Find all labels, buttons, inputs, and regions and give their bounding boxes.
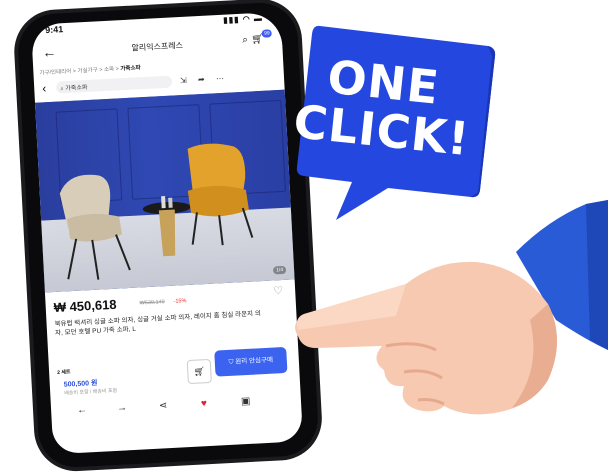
image-counter: 1/4: [272, 265, 287, 275]
pointing-hand-illustration: [295, 200, 608, 415]
cart-icon: 🛒︎: [193, 366, 206, 377]
search-input[interactable]: ⌕ 가죽소파: [55, 75, 173, 94]
share-icon[interactable]: ➦: [198, 75, 205, 84]
shipping-note: 배송비 포함 / 배송비 포함: [64, 387, 118, 397]
nav-tabs-icon[interactable]: ▣: [241, 396, 251, 407]
nav-back-icon[interactable]: ←: [77, 404, 88, 416]
back-icon[interactable]: ‹: [42, 81, 47, 95]
breadcrumb-path[interactable]: 가구/인테리어 > 거실가구 > 소파 >: [39, 66, 120, 76]
quantity-label: 2 세트: [57, 369, 71, 376]
product-description: 북유럽 럭셔리 싱글 소파 의자, 싱글 거실 소파 의자, 레이지 홈 침실 …: [54, 310, 262, 337]
nav-heart-icon[interactable]: ♥: [201, 398, 208, 409]
cart-outline-icon[interactable]: ⇲: [180, 76, 187, 85]
original-price: ₩530,140: [139, 299, 165, 307]
search-icon[interactable]: ⌕: [242, 35, 248, 46]
cart-badge: 99: [261, 29, 272, 38]
add-to-cart-button[interactable]: 🛒︎: [186, 358, 212, 385]
product-price: ₩ 450,618: [53, 296, 117, 316]
buy-now-label: 원리 안심구매: [235, 356, 274, 366]
nav-share-icon[interactable]: ⋖: [159, 400, 168, 411]
status-icons: ▮▮▮ ◠ ▬: [223, 13, 264, 25]
search-value: 가죽소파: [65, 84, 88, 93]
armchairs-illustration: [59, 143, 254, 280]
breadcrumb: 가구/인테리어 > 거실가구 > 소파 > 가죽소파: [39, 63, 141, 76]
phone-mockup: 9:41 ▮▮▮ ◠ ▬ ← 알리익스프레스 ⌕ 🛒︎ 99 가구/인테리어 >…: [14, 0, 322, 472]
bottom-nav: ← → ⋖ ♥ ▣: [51, 391, 302, 428]
nav-forward-icon[interactable]: →: [117, 402, 128, 414]
breadcrumb-current: 가죽소파: [120, 65, 141, 73]
buy-now-button[interactable]: ⛉ 원리 안심구매: [214, 346, 288, 377]
phone-screen: 9:41 ▮▮▮ ◠ ▬ ← 알리익스프레스 ⌕ 🛒︎ 99 가구/인테리어 >…: [30, 11, 304, 455]
discount-badge: -15%: [173, 298, 187, 305]
product-image[interactable]: 1/4: [35, 89, 295, 293]
wishlist-heart-icon[interactable]: ♡: [273, 284, 283, 298]
bubble-text: ONE CLICK!: [291, 49, 472, 166]
shield-icon: ⛉: [228, 358, 234, 366]
more-icon[interactable]: ⋯: [216, 74, 224, 83]
status-time: 9:41: [44, 24, 64, 36]
